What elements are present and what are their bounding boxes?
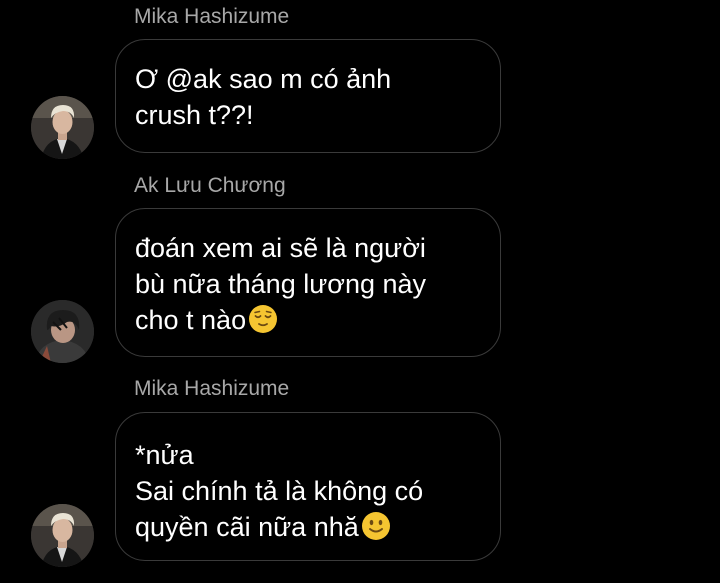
avatar[interactable] (31, 96, 94, 159)
message-bubble[interactable]: Ơ @ak sao m có ảnh crush t??! (115, 39, 501, 153)
message-text: Ơ @ak sao m có ảnh crush t??! (135, 64, 392, 130)
slightly-smiling-face-emoji (361, 512, 390, 540)
relieved-face-emoji (249, 305, 278, 333)
message-text: đoán xem ai sẽ là người bù nữa tháng lươ… (135, 233, 427, 335)
sender-name: Mika Hashizume (134, 377, 290, 400)
sender-name: Mika Hashizume (134, 5, 290, 28)
message-bubble[interactable]: đoán xem ai sẽ là người bù nữa tháng lươ… (115, 208, 501, 357)
avatar[interactable] (31, 300, 94, 363)
blonde-man-avatar-icon (31, 96, 94, 159)
message-bubble[interactable]: *nửa Sai chính tả là không có quyền cãi … (115, 412, 501, 561)
dark-hair-man-avatar-icon (31, 300, 94, 363)
blonde-man-avatar-icon (31, 504, 94, 567)
avatar[interactable] (31, 504, 94, 567)
sender-name: Ak Lưu Chương (134, 174, 286, 197)
